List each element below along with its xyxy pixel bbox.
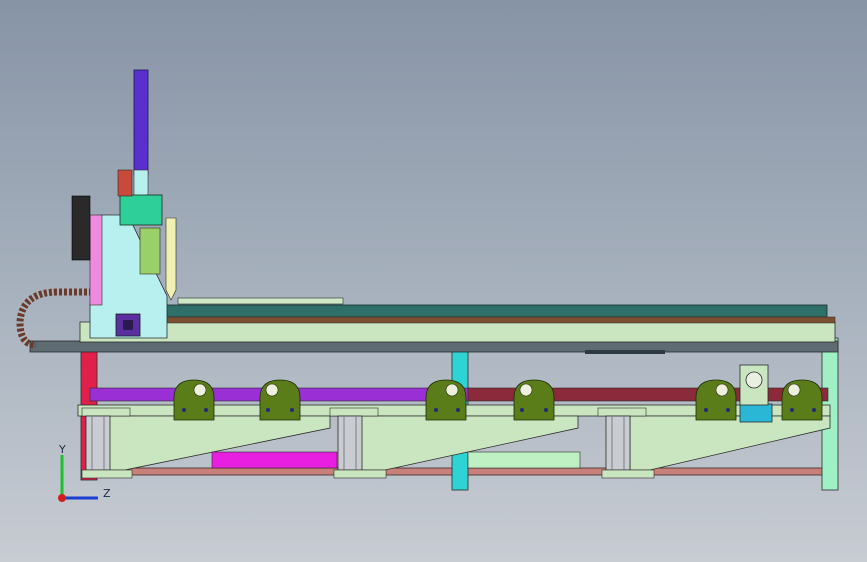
green-panel <box>467 451 581 469</box>
spindle-red-block <box>117 169 133 197</box>
sacrificial-board <box>177 297 344 305</box>
triad-y-label: Y <box>59 443 66 456</box>
spindle-body <box>139 227 161 275</box>
gantry-pink-plate <box>89 214 103 306</box>
drive-motor-shaft <box>745 371 763 389</box>
spindle-carriage <box>119 194 163 226</box>
cnc-machine-side-view <box>16 69 839 502</box>
table-bed <box>79 321 836 343</box>
z-axis-mast <box>133 69 149 176</box>
drive-motor-box <box>739 403 773 423</box>
gantry-motor-inner <box>123 320 133 330</box>
rack-strip <box>164 316 836 324</box>
triad-z-label: Z <box>103 487 111 500</box>
table-bed-base <box>29 340 839 353</box>
triad-origin <box>58 494 66 502</box>
magenta-panel <box>211 451 338 469</box>
truss-section-3 <box>629 415 831 471</box>
table-bed-dark-strip <box>585 350 665 354</box>
linear-rail <box>164 304 828 318</box>
cad-viewport[interactable]: Y Z <box>0 0 867 562</box>
spindle-tool <box>165 217 177 301</box>
cooling-fins <box>71 195 91 261</box>
